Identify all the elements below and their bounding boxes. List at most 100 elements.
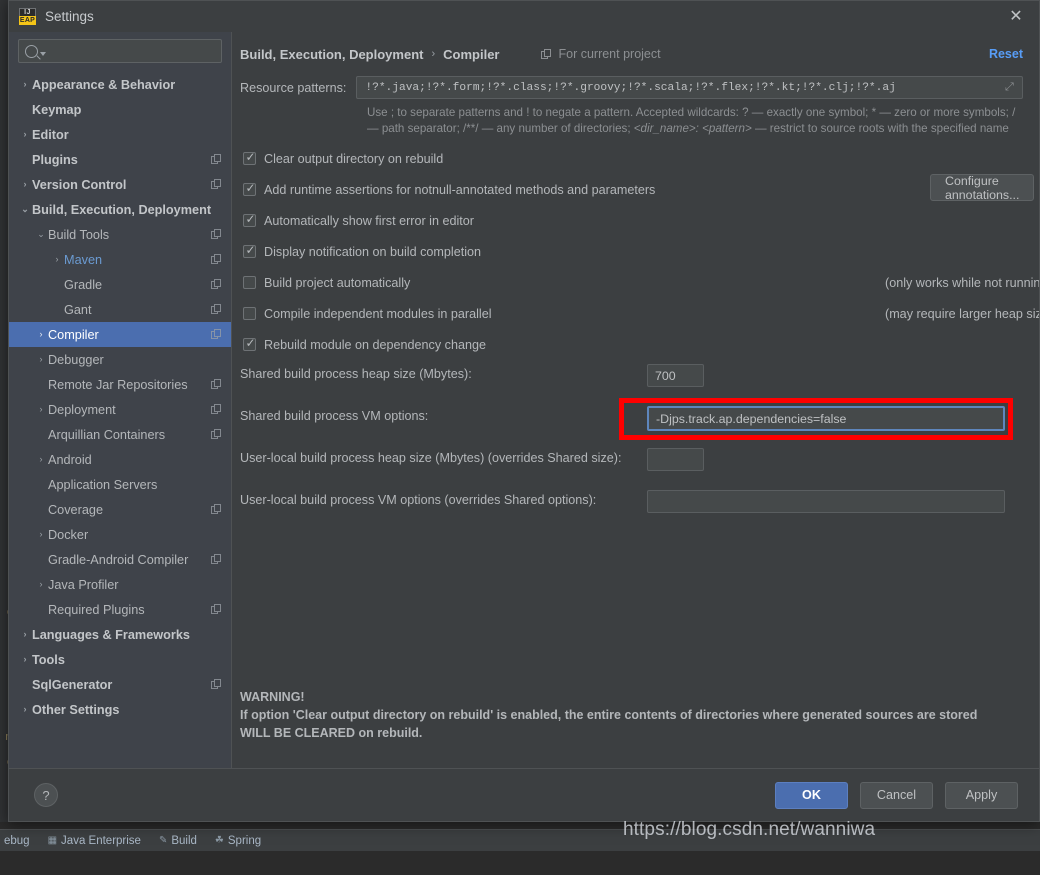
resource-patterns-label: Resource patterns: — [240, 81, 346, 95]
sidebar-item-label: Java Profiler — [48, 578, 223, 592]
breadcrumb-root[interactable]: Build, Execution, Deployment — [240, 47, 423, 62]
sidebar-item-compiler[interactable]: ›Compiler — [9, 322, 231, 347]
sidebar-item-label: Coverage — [48, 503, 211, 517]
warning-title: WARNING! — [240, 688, 1000, 706]
chevron-right-icon[interactable]: › — [34, 355, 48, 364]
chevron-right-icon[interactable]: › — [34, 455, 48, 464]
sidebar-item-build-execution-deployment[interactable]: ⌄Build, Execution, Deployment — [9, 197, 231, 222]
sidebar-item-languages-frameworks[interactable]: ›Languages & Frameworks — [9, 622, 231, 647]
sidebar-item-arquillian-containers[interactable]: Arquillian Containers — [9, 422, 231, 447]
checkbox-note: (only works while not running / debuggin… — [885, 276, 1039, 290]
checkbox-rebuild-module-on-dependency-change[interactable] — [243, 338, 256, 351]
resource-patterns-input[interactable]: !?*.java;!?*.form;!?*.class;!?*.groovy;!… — [356, 76, 1023, 99]
sidebar-item-application-servers[interactable]: Application Servers — [9, 472, 231, 497]
checkbox-display-notification-on-build-completion[interactable] — [243, 245, 256, 258]
sidebar-item-sqlgenerator[interactable]: SqlGenerator — [9, 672, 231, 697]
field-row: User-local build process heap size (Mbyt… — [240, 449, 1023, 470]
settings-sidebar: ›Appearance & BehaviorKeymap›EditorPlugi… — [9, 32, 232, 768]
chevron-right-icon[interactable]: › — [34, 580, 48, 589]
chevron-right-icon[interactable]: › — [18, 130, 32, 139]
sidebar-item-required-plugins[interactable]: Required Plugins — [9, 597, 231, 622]
chevron-right-icon[interactable]: › — [34, 330, 48, 339]
sidebar-item-java-profiler[interactable]: ›Java Profiler — [9, 572, 231, 597]
checkbox-row[interactable]: Build project automatically(only works w… — [240, 272, 1023, 293]
heap-local-input[interactable] — [647, 448, 704, 471]
chevron-right-icon[interactable]: › — [34, 405, 48, 414]
taskbar-item-build[interactable]: ✎ Build — [159, 835, 197, 847]
sidebar-item-label: Application Servers — [48, 478, 223, 492]
close-icon[interactable]: ✕ — [993, 1, 1039, 32]
sidebar-item-coverage[interactable]: Coverage — [9, 497, 231, 522]
search-wrapper — [9, 32, 231, 71]
sidebar-item-label: SqlGenerator — [32, 678, 211, 692]
sidebar-item-gant[interactable]: Gant — [9, 297, 231, 322]
sidebar-item-appearance-behavior[interactable]: ›Appearance & Behavior — [9, 72, 231, 97]
cancel-button[interactable]: Cancel — [860, 782, 933, 809]
sidebar-item-label: Maven — [64, 253, 211, 267]
checkbox-label: Display notification on build completion — [264, 245, 481, 259]
taskbar-item-debug[interactable]: ebug — [0, 835, 30, 847]
intellij-eap-icon: IJ EAP — [19, 8, 36, 25]
sidebar-item-editor[interactable]: ›Editor — [9, 122, 231, 147]
sidebar-item-other-settings[interactable]: ›Other Settings — [9, 697, 231, 722]
vm-shared-input[interactable]: -Djps.track.ap.dependencies=false — [647, 406, 1005, 431]
chevron-right-icon[interactable]: › — [18, 630, 32, 639]
chevron-right-icon[interactable]: › — [18, 705, 32, 714]
chevron-right-icon[interactable]: › — [50, 255, 64, 264]
checkbox-build-project-automatically[interactable] — [243, 276, 256, 289]
configure-annotations-button[interactable]: Configure annotations... — [930, 174, 1034, 201]
checkbox-automatically-show-first-error-in-editor[interactable] — [243, 214, 256, 227]
settings-tree: ›Appearance & BehaviorKeymap›EditorPlugi… — [9, 71, 231, 768]
checkbox-compile-independent-modules-in-parallel[interactable] — [243, 307, 256, 320]
project-scope-icon — [211, 329, 223, 340]
chevron-right-icon[interactable]: › — [18, 80, 32, 89]
chevron-right-icon[interactable]: › — [18, 180, 32, 189]
checkbox-row[interactable]: Compile independent modules in parallel(… — [240, 303, 1023, 324]
chevron-down-icon[interactable]: ⌄ — [18, 205, 32, 214]
sidebar-item-label: Build, Execution, Deployment — [32, 203, 223, 217]
sidebar-item-android[interactable]: ›Android — [9, 447, 231, 472]
checkbox-row[interactable]: Display notification on build completion — [240, 241, 1023, 262]
sidebar-item-gradle-android-compiler[interactable]: Gradle-Android Compiler — [9, 547, 231, 572]
sidebar-item-version-control[interactable]: ›Version Control — [9, 172, 231, 197]
scope-indicator: For current project — [541, 47, 660, 61]
reset-link[interactable]: Reset — [989, 47, 1023, 61]
taskbar-item-java-enterprise[interactable]: ▦ Java Enterprise — [48, 835, 141, 847]
help-button[interactable]: ? — [34, 783, 58, 807]
vm-local-input[interactable] — [647, 490, 1005, 513]
apply-button[interactable]: Apply — [945, 782, 1018, 809]
hint-line-3: specified name — [931, 122, 1009, 135]
ok-button[interactable]: OK — [775, 782, 848, 809]
sidebar-item-gradle[interactable]: Gradle — [9, 272, 231, 297]
project-scope-icon — [211, 254, 223, 265]
search-icon — [25, 45, 38, 58]
checkbox-add-runtime-assertions-for-notnull-annotated-methods-and-parameters[interactable] — [243, 183, 256, 196]
sidebar-item-docker[interactable]: ›Docker — [9, 522, 231, 547]
heap-shared-input[interactable]: 700 — [647, 364, 704, 387]
chevron-right-icon[interactable]: › — [34, 530, 48, 539]
checkbox-clear-output-directory-on-rebuild[interactable] — [243, 152, 256, 165]
sidebar-item-debugger[interactable]: ›Debugger — [9, 347, 231, 372]
sidebar-item-label: Gradle — [64, 278, 211, 292]
search-box[interactable] — [18, 39, 222, 63]
sidebar-item-keymap[interactable]: Keymap — [9, 97, 231, 122]
sidebar-item-build-tools[interactable]: ⌄Build Tools — [9, 222, 231, 247]
sidebar-item-remote-jar-repositories[interactable]: Remote Jar Repositories — [9, 372, 231, 397]
checkbox-row[interactable]: Rebuild module on dependency change — [240, 334, 1023, 355]
sidebar-item-maven[interactable]: ›Maven — [9, 247, 231, 272]
search-input[interactable] — [46, 43, 215, 59]
sidebar-item-plugins[interactable]: Plugins — [9, 147, 231, 172]
chevron-right-icon[interactable]: › — [18, 655, 32, 664]
expand-icon[interactable]: ⤢ — [1005, 82, 1016, 93]
project-scope-icon — [211, 379, 223, 390]
project-scope-icon — [211, 404, 223, 415]
taskbar-item-label: Build — [171, 835, 197, 847]
chevron-down-icon[interactable]: ⌄ — [34, 230, 48, 239]
checkbox-row[interactable]: Clear output directory on rebuild — [240, 148, 1023, 169]
sidebar-item-deployment[interactable]: ›Deployment — [9, 397, 231, 422]
checkbox-row[interactable]: Automatically show first error in editor — [240, 210, 1023, 231]
sidebar-item-tools[interactable]: ›Tools — [9, 647, 231, 672]
taskbar-item-spring[interactable]: ☘ Spring — [215, 835, 261, 847]
sidebar-item-label: Android — [48, 453, 223, 467]
checkbox-row[interactable]: Add runtime assertions for notnull-annot… — [240, 179, 1023, 200]
